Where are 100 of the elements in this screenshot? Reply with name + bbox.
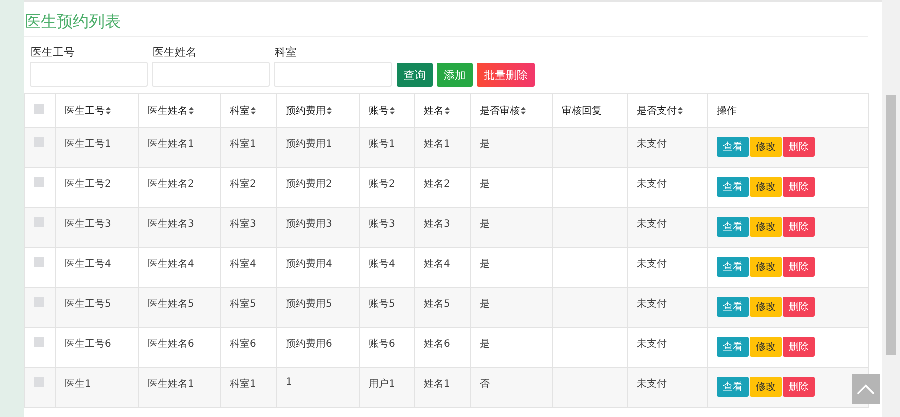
table-cell: 科室4 <box>230 259 256 270</box>
checkbox[interactable] <box>34 217 44 227</box>
table-cell: 账号4 <box>369 259 396 270</box>
table-cell: 姓名3 <box>424 219 450 230</box>
field-label: 科室 <box>275 45 298 60</box>
table-cell: 姓名1 <box>424 379 450 390</box>
column-header: 医生姓名 <box>148 104 188 118</box>
edit-button[interactable]: 修改 <box>750 177 782 197</box>
view-button[interactable]: 查看 <box>717 137 749 157</box>
view-button[interactable]: 查看 <box>717 177 749 197</box>
delete-button[interactable]: 删除 <box>783 297 815 317</box>
table-cell: 否 <box>480 379 490 390</box>
checkbox[interactable] <box>34 377 44 387</box>
table-cell: 医生工号2 <box>65 179 112 190</box>
scrollbar[interactable] <box>882 0 900 417</box>
checkbox[interactable] <box>34 137 44 147</box>
view-button[interactable]: 查看 <box>717 337 749 357</box>
edit-button[interactable]: 修改 <box>750 297 782 317</box>
table-cell: 用户1 <box>369 379 396 390</box>
sort-icon[interactable] <box>106 106 111 114</box>
table-cell: 科室1 <box>230 139 256 150</box>
table-cell: 未支付 <box>637 219 667 230</box>
table-cell: 医生姓名4 <box>148 259 194 270</box>
table-cell: 姓名4 <box>424 259 450 270</box>
table-cell: 医生1 <box>65 379 92 390</box>
column-header: 医生工号 <box>65 104 105 118</box>
column-header: 预约费用 <box>286 104 326 118</box>
view-button[interactable]: 查看 <box>717 297 749 317</box>
view-button[interactable]: 查看 <box>717 257 749 277</box>
view-button[interactable]: 查看 <box>717 377 749 397</box>
delete-button[interactable]: 删除 <box>783 217 815 237</box>
delete-button[interactable]: 删除 <box>783 337 815 357</box>
table-cell: 科室2 <box>230 179 256 190</box>
delete-button[interactable]: 删除 <box>783 137 815 157</box>
sort-icon[interactable] <box>445 106 450 114</box>
checkbox[interactable] <box>34 177 44 187</box>
sort-icon[interactable] <box>521 106 526 114</box>
checkbox[interactable] <box>34 104 44 114</box>
checkbox[interactable] <box>34 297 44 307</box>
table-cell: 未支付 <box>637 339 667 350</box>
sort-icon[interactable] <box>189 106 194 114</box>
table-cell: 是 <box>480 219 490 230</box>
delete-button[interactable]: 删除 <box>783 377 815 397</box>
table-cell: 医生工号6 <box>65 339 112 350</box>
table-cell: 未支付 <box>637 379 667 390</box>
column-header: 账号 <box>369 104 389 118</box>
table-cell: 姓名2 <box>424 179 450 190</box>
query-button[interactable]: 查询 <box>397 63 433 87</box>
back-to-top-button[interactable] <box>852 374 880 404</box>
table-cell: 医生姓名6 <box>148 339 194 350</box>
table-cell: 医生姓名2 <box>148 179 194 190</box>
table-cell: 账号3 <box>369 219 396 230</box>
delete-button[interactable]: 批量删除 <box>477 63 535 87</box>
table-cell: 姓名5 <box>424 299 450 310</box>
input-field[interactable] <box>274 62 392 87</box>
checkbox[interactable] <box>34 257 44 267</box>
table-cell: 账号6 <box>369 339 396 350</box>
table-cell: 科室1 <box>230 379 256 390</box>
table-cell: 未支付 <box>637 139 667 150</box>
chevron-up-icon <box>857 384 875 394</box>
page-title: 医生预约列表 <box>24 12 122 33</box>
table-cell: 姓名6 <box>424 339 450 350</box>
edit-button[interactable]: 修改 <box>750 337 782 357</box>
table-cell: 医生姓名5 <box>148 299 194 310</box>
table-cell: 是 <box>480 179 490 190</box>
column-header: 审核回复 <box>562 104 602 118</box>
table-cell: 是 <box>480 339 490 350</box>
sort-icon[interactable] <box>390 106 395 114</box>
delete-button[interactable]: 删除 <box>783 177 815 197</box>
view-button[interactable]: 查看 <box>717 217 749 237</box>
table-cell: 未支付 <box>637 299 667 310</box>
column-header: 科室 <box>230 104 250 118</box>
table-cell: 预约费用1 <box>286 139 332 150</box>
delete-button[interactable]: 删除 <box>783 257 815 277</box>
sort-icon[interactable] <box>327 106 332 114</box>
table-cell: 未支付 <box>637 179 667 190</box>
field-label: 医生姓名 <box>153 45 198 60</box>
table-cell: 未支付 <box>637 259 667 270</box>
edit-button[interactable]: 修改 <box>750 217 782 237</box>
column-header: 是否支付 <box>637 104 677 118</box>
edit-button[interactable]: 修改 <box>750 257 782 277</box>
input-field[interactable] <box>152 62 270 87</box>
column-header: 是否审核 <box>480 104 520 118</box>
edit-button[interactable]: 修改 <box>750 137 782 157</box>
sort-icon[interactable] <box>678 106 683 114</box>
table-cell: 是 <box>480 139 490 150</box>
table-cell: 预约费用5 <box>286 299 332 310</box>
table-cell: 医生工号4 <box>65 259 112 270</box>
table-cell: 医生姓名1 <box>148 139 194 150</box>
table-cell: 医生工号1 <box>65 139 112 150</box>
input-field[interactable] <box>30 62 148 87</box>
column-header: 姓名 <box>424 104 444 118</box>
edit-button[interactable]: 修改 <box>750 377 782 397</box>
table-cell: 姓名1 <box>424 139 450 150</box>
checkbox[interactable] <box>34 337 44 347</box>
table-cell: 医生工号5 <box>65 299 112 310</box>
table-cell: 是 <box>480 299 490 310</box>
add-button[interactable]: 添加 <box>437 63 473 87</box>
table-cell: 预约费用3 <box>286 219 332 230</box>
sort-icon[interactable] <box>251 106 256 114</box>
